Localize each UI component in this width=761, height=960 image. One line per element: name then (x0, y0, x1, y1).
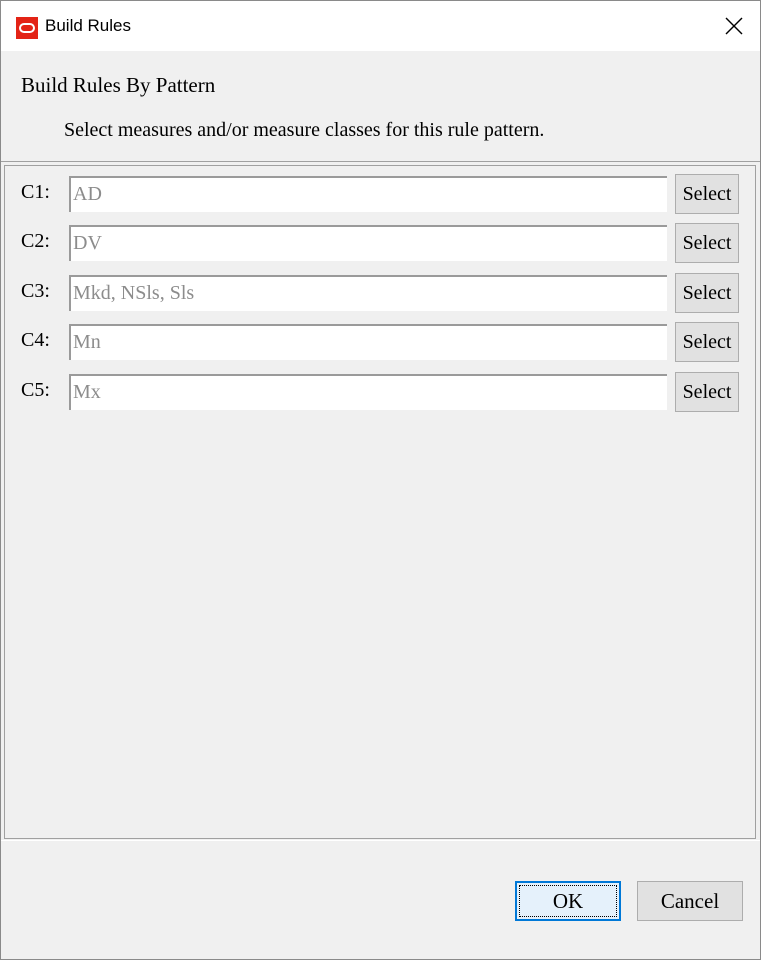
close-button[interactable] (709, 1, 759, 51)
dialog-window: Build Rules Build Rules By Pattern Selec… (0, 0, 761, 960)
header-description: Select measures and/or measure classes f… (64, 119, 545, 141)
pattern-row-c5: C5: Mx Select (5, 372, 755, 412)
dialog-header: Build Rules By Pattern Select measures a… (1, 51, 760, 163)
measure-field-c5[interactable]: Mx (69, 374, 667, 410)
focus-ring (519, 885, 617, 917)
row-label: C5: (21, 379, 50, 401)
title-bar[interactable]: Build Rules (1, 1, 760, 51)
rule-pattern-panel: C1: AD Select C2: DV Select C3: Mkd, NSl… (4, 165, 756, 839)
measure-field-c3[interactable]: Mkd, NSls, Sls (69, 275, 667, 311)
oracle-icon (16, 17, 38, 39)
row-label: C3: (21, 280, 50, 302)
row-label: C2: (21, 230, 50, 252)
pattern-row-c3: C3: Mkd, NSls, Sls Select (5, 273, 755, 313)
cancel-button[interactable]: Cancel (637, 881, 743, 921)
select-button-c2[interactable]: Select (675, 223, 739, 263)
measure-field-c2[interactable]: DV (69, 225, 667, 261)
close-icon (725, 17, 743, 35)
window-title: Build Rules (45, 16, 131, 35)
measure-field-c4[interactable]: Mn (69, 324, 667, 360)
pattern-row-c1: C1: AD Select (5, 174, 755, 214)
header-separator (1, 161, 760, 162)
select-button-c5[interactable]: Select (675, 372, 739, 412)
row-label: C4: (21, 329, 50, 351)
select-button-c3[interactable]: Select (675, 273, 739, 313)
row-label: C1: (21, 181, 50, 203)
measure-field-c1[interactable]: AD (69, 176, 667, 212)
ok-button[interactable]: OK (515, 881, 621, 921)
header-title: Build Rules By Pattern (21, 73, 216, 97)
select-button-c4[interactable]: Select (675, 322, 739, 362)
select-button-c1[interactable]: Select (675, 174, 739, 214)
footer-separator (1, 840, 760, 841)
pattern-row-c4: C4: Mn Select (5, 322, 755, 362)
pattern-row-c2: C2: DV Select (5, 223, 755, 263)
